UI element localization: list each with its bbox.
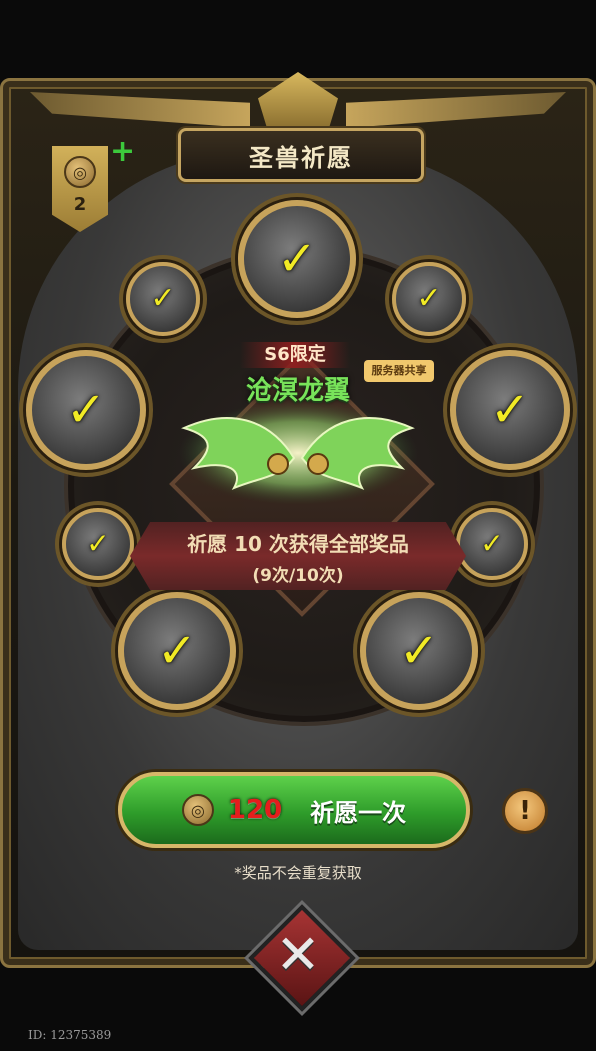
no-duplicate-note: *奖品不会重复获取 bbox=[234, 864, 362, 882]
progress-count: (9次/10次) bbox=[252, 566, 344, 586]
check-icon: ✓ bbox=[398, 623, 440, 679]
reward-slot-upper-right[interactable]: ✓ bbox=[392, 262, 466, 336]
wish-once-button[interactable]: ◎ 120 祈愿一次 bbox=[118, 772, 470, 848]
add-currency-button[interactable]: + bbox=[110, 137, 135, 167]
coin-icon: ◎ bbox=[64, 156, 96, 188]
limited-tag: S6限定 bbox=[240, 342, 350, 368]
reward-slot-bottom-right[interactable]: ✓ bbox=[360, 592, 478, 710]
reward-slot-lower-right[interactable]: ✓ bbox=[456, 508, 528, 580]
check-icon: ✓ bbox=[65, 382, 107, 438]
page-title: 圣兽祈愿 bbox=[178, 128, 424, 182]
check-icon: ✓ bbox=[489, 382, 531, 438]
check-icon: ✓ bbox=[86, 527, 110, 560]
progress-banner: 祈愿 10 次获得全部奖品 (9次/10次) bbox=[130, 522, 466, 590]
progress-text: 祈愿 10 次获得全部奖品 bbox=[187, 532, 409, 556]
check-icon: ✓ bbox=[150, 281, 176, 316]
player-id: ID: 12375389 bbox=[28, 1028, 112, 1042]
currency-count: 2 bbox=[73, 194, 87, 215]
check-icon: ✓ bbox=[416, 281, 442, 316]
reward-slot-top[interactable]: ✓ bbox=[238, 200, 356, 318]
check-icon: ✓ bbox=[156, 623, 198, 679]
currency-badge[interactable]: ◎ 2 bbox=[52, 146, 108, 232]
reward-slot-left[interactable]: ✓ bbox=[26, 350, 146, 470]
dragon-wings-icon bbox=[178, 401, 418, 505]
reward-slot-upper-left[interactable]: ✓ bbox=[126, 262, 200, 336]
check-icon: ✓ bbox=[480, 527, 504, 560]
reward-slot-lower-left[interactable]: ✓ bbox=[62, 508, 134, 580]
check-icon: ✓ bbox=[276, 231, 318, 287]
exclamation-icon: ! bbox=[519, 796, 531, 826]
wish-cost: 120 bbox=[227, 795, 283, 825]
close-icon: ✕ bbox=[275, 922, 321, 986]
reward-slot-right[interactable]: ✓ bbox=[450, 350, 570, 470]
info-button[interactable]: ! bbox=[502, 788, 548, 834]
wish-label: 祈愿一次 bbox=[310, 798, 407, 827]
coin-icon: ◎ bbox=[181, 794, 214, 826]
reward-slot-bottom-left[interactable]: ✓ bbox=[118, 592, 236, 710]
server-share-badge: 服务器共享 bbox=[364, 360, 434, 382]
